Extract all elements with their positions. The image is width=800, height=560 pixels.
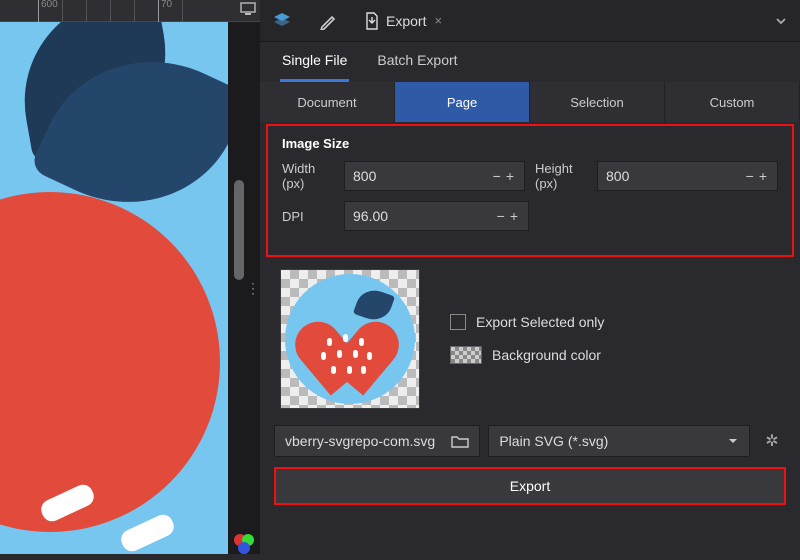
format-label: Plain SVG (*.svg) (499, 433, 608, 449)
dpi-label: DPI (282, 209, 334, 224)
tab-custom[interactable]: Custom (665, 82, 800, 122)
canvas-scrollbar-vertical[interactable] (234, 180, 244, 280)
height-label: Height (px) (535, 161, 587, 191)
scope-tabs: Document Page Selection Custom (260, 82, 800, 122)
color-palette-icon[interactable] (230, 530, 260, 560)
export-options: Export Selected only Background color (450, 314, 604, 364)
minus-icon[interactable]: − (495, 208, 507, 224)
width-value: 800 (353, 168, 491, 184)
format-dropdown[interactable]: Plain SVG (*.svg) (488, 425, 750, 457)
dropdown-triangle-icon (727, 436, 739, 446)
plus-icon[interactable]: + (508, 208, 520, 224)
panel-header: Export × (260, 0, 800, 42)
panel-tab-export[interactable]: Export × (364, 12, 442, 30)
dpi-value: 96.00 (353, 208, 495, 224)
minus-icon[interactable]: − (491, 168, 503, 184)
export-preview (280, 269, 420, 409)
canvas-viewport[interactable] (0, 22, 228, 554)
panel-menu-chevron-icon[interactable] (774, 14, 788, 28)
preview-row: Export Selected only Background color (260, 259, 800, 419)
background-color-label: Background color (492, 347, 601, 363)
tab-page[interactable]: Page (395, 82, 530, 122)
export-selected-only-option[interactable]: Export Selected only (450, 314, 604, 330)
file-row: vberry-svgrepo-com.svg Plain SVG (*.svg)… (260, 419, 800, 463)
filename-value: vberry-svgrepo-com.svg (285, 433, 451, 449)
close-icon[interactable]: × (434, 13, 442, 28)
export-document-icon (364, 12, 380, 30)
plus-icon[interactable]: + (757, 168, 769, 184)
image-size-title: Image Size (282, 136, 778, 151)
minus-icon[interactable]: − (744, 168, 756, 184)
mode-tabs: Single File Batch Export (260, 42, 800, 82)
format-settings-gear-icon[interactable]: ✲ (758, 431, 786, 451)
layers-icon[interactable] (272, 11, 292, 31)
tab-document[interactable]: Document (260, 82, 395, 122)
folder-open-icon[interactable] (451, 434, 469, 448)
panel-tab-label: Export (386, 13, 426, 29)
pen-tool-icon[interactable] (318, 11, 338, 31)
artwork-seed (118, 511, 177, 554)
width-input[interactable]: 800 −+ (344, 161, 525, 191)
height-input[interactable]: 800 −+ (597, 161, 778, 191)
plus-icon[interactable]: + (504, 168, 516, 184)
image-size-section: Image Size Width (px) 800 −+ Height (px)… (266, 124, 794, 257)
export-panel: Export × Single File Batch Export Docume… (260, 0, 800, 554)
ruler-tick-600: 600 (41, 0, 58, 10)
background-color-option[interactable]: Background color (450, 346, 604, 364)
artwork-fruit (0, 192, 220, 532)
width-label: Width (px) (282, 161, 334, 191)
tab-batch-export[interactable]: Batch Export (375, 46, 459, 82)
dpi-input[interactable]: 96.00 −+ (344, 201, 529, 231)
canvas-area: 600 70 ⋮ (0, 0, 260, 554)
ruler-horizontal[interactable]: 600 70 (0, 0, 260, 22)
panel-resize-grip[interactable]: ⋮ (246, 280, 258, 297)
filename-input[interactable]: vberry-svgrepo-com.svg (274, 425, 480, 457)
export-button[interactable]: Export (274, 467, 786, 505)
background-color-swatch[interactable] (450, 346, 482, 364)
tab-selection[interactable]: Selection (530, 82, 665, 122)
ruler-tick-700: 70 (161, 0, 172, 10)
export-button-label: Export (510, 478, 550, 494)
checkbox-icon[interactable] (450, 314, 466, 330)
display-units-icon[interactable] (240, 2, 256, 16)
export-selected-only-label: Export Selected only (476, 314, 604, 330)
tab-single-file[interactable]: Single File (280, 46, 349, 82)
height-value: 800 (606, 168, 744, 184)
